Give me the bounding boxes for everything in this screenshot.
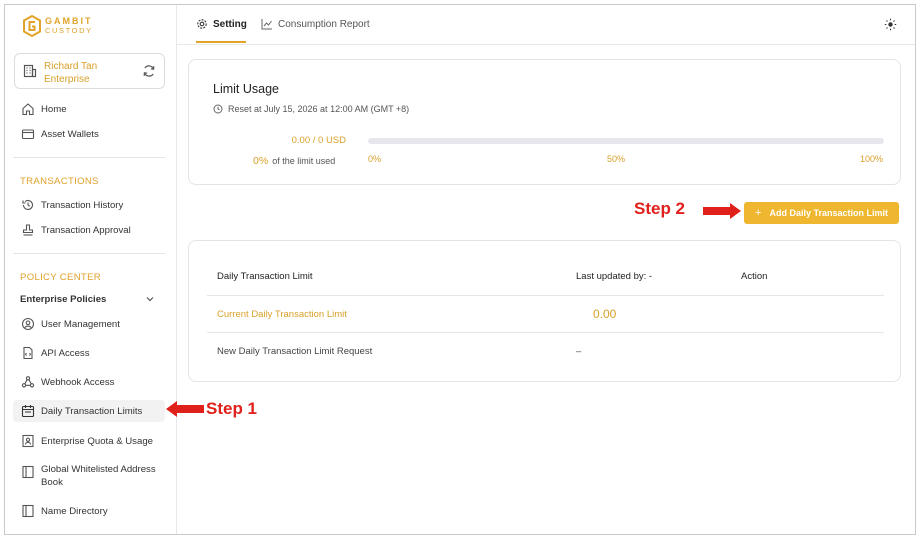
used-amount: 0.00 / 0 USD xyxy=(291,135,346,146)
address-book-icon xyxy=(21,465,35,479)
sidebar-item-label: Global Whitelisted Address xyxy=(41,464,156,475)
gambit-logo-icon xyxy=(23,15,41,37)
section-transactions: TRANSACTIONS xyxy=(20,176,99,187)
new-limit-request-value: – xyxy=(576,346,582,357)
sidebar-item-transaction-history[interactable]: Transaction History xyxy=(13,194,165,216)
new-limit-request-label: New Daily Transaction Limit Request xyxy=(217,346,373,357)
add-daily-transaction-limit-button[interactable]: + Add Daily Transaction Limit xyxy=(744,202,899,224)
header-divider xyxy=(207,295,884,296)
sidebar-item-name-directory[interactable]: Name Directory xyxy=(13,500,165,522)
api-file-icon xyxy=(21,346,35,360)
percent-suffix: of the limit used xyxy=(272,156,336,166)
reset-info: Reset at July 15, 2026 at 12:00 AM (GMT … xyxy=(213,104,409,114)
sidebar-item-label: Asset Wallets xyxy=(41,128,99,140)
usage-percent: 0% of the limit used xyxy=(253,155,335,167)
active-tab-indicator xyxy=(196,41,246,43)
sidebar-item-user-management[interactable]: User Management xyxy=(13,313,165,335)
account-name: Richard Tan xyxy=(44,61,98,72)
history-icon xyxy=(21,198,35,212)
calendar-icon xyxy=(21,404,35,418)
tab-label: Consumption Report xyxy=(278,18,370,30)
home-icon xyxy=(21,102,35,116)
user-circle-icon xyxy=(21,317,35,331)
row-divider xyxy=(207,332,884,333)
chevron-down-icon xyxy=(146,297,154,302)
switch-account-icon[interactable] xyxy=(142,64,156,78)
add-button-label: Add Daily Transaction Limit xyxy=(769,208,888,218)
building-icon xyxy=(23,64,37,78)
column-header-action: Action xyxy=(741,271,768,282)
sidebar-divider xyxy=(13,253,165,254)
main-content: Setting Consumption Report Limit Usage R… xyxy=(177,5,915,534)
group-enterprise-policies[interactable]: Enterprise Policies xyxy=(20,294,156,305)
sidebar-item-webhook-access[interactable]: Webhook Access xyxy=(13,371,165,393)
clock-icon xyxy=(213,104,223,114)
step1-label: Step 1 xyxy=(206,399,258,418)
step1-arrow xyxy=(166,401,204,417)
theme-toggle-sun-icon[interactable] xyxy=(884,18,897,31)
sidebar-item-label: Transaction Approval xyxy=(41,224,131,236)
sidebar-item-label: Home xyxy=(41,103,67,115)
brand-logo[interactable]: GAMBIT CUSTODY xyxy=(23,15,93,37)
column-header-last-updated: Last updated by: - xyxy=(576,271,653,282)
brand-name-bottom: CUSTODY xyxy=(45,26,93,35)
directory-icon xyxy=(21,504,35,518)
progress-tick-0: 0% xyxy=(368,154,382,164)
sidebar-item-label: Webhook Access xyxy=(41,376,115,388)
tab-setting[interactable]: Setting xyxy=(196,18,247,30)
current-limit-value: 0.00 xyxy=(593,307,617,321)
wallet-icon xyxy=(21,127,35,141)
progress-tick-50: 50% xyxy=(607,154,626,164)
usage-progress-bar xyxy=(368,138,884,144)
webhook-icon xyxy=(21,375,35,389)
step2-arrow xyxy=(703,203,741,219)
sidebar-item-label: Enterprise Quota & Usage xyxy=(41,435,153,447)
line-chart-icon xyxy=(261,18,273,30)
sidebar-item-global-whitelisted-address-book[interactable]: Global Whitelisted Address Book xyxy=(13,463,165,493)
sidebar-item-label: Daily Transaction Limits xyxy=(41,405,143,417)
tab-consumption-report[interactable]: Consumption Report xyxy=(261,18,370,30)
tab-label: Setting xyxy=(213,18,247,30)
sidebar-item-label: API Access xyxy=(41,347,90,359)
stamp-icon xyxy=(21,223,35,237)
plus-icon: + xyxy=(755,207,762,219)
account-switcher[interactable]: Richard Tan Enterprise xyxy=(14,53,165,89)
step2-label: Step 2 xyxy=(634,199,686,218)
limit-table-card: Daily Transaction Limit Last updated by:… xyxy=(188,240,901,382)
sidebar: GAMBIT CUSTODY Richard Tan Enterprise Ho… xyxy=(5,5,177,534)
current-limit-link[interactable]: Current Daily Transaction Limit xyxy=(217,309,347,320)
sidebar-item-label-line2: Book xyxy=(41,477,63,488)
section-policy-center: POLICY CENTER xyxy=(20,272,102,283)
progress-tick-100: 100% xyxy=(860,154,884,164)
app-window: GAMBIT CUSTODY Richard Tan Enterprise Ho… xyxy=(4,4,916,535)
gear-icon xyxy=(196,18,208,30)
tab-bar: Setting Consumption Report xyxy=(177,5,915,45)
sidebar-divider xyxy=(13,157,165,158)
percent-value: 0% xyxy=(253,155,269,167)
sidebar-item-api-access[interactable]: API Access xyxy=(13,342,165,364)
account-type: Enterprise xyxy=(44,74,90,85)
sidebar-item-asset-wallets[interactable]: Asset Wallets xyxy=(13,123,165,145)
reset-text: Reset at July 15, 2026 at 12:00 AM (GMT … xyxy=(228,104,410,114)
column-header-limit: Daily Transaction Limit xyxy=(217,271,313,282)
group-label: Enterprise Policies xyxy=(20,294,107,305)
sidebar-item-home[interactable]: Home xyxy=(13,98,165,120)
brand-name-top: GAMBIT xyxy=(45,16,93,26)
limit-usage-card: Limit Usage Reset at July 15, 2026 at 12… xyxy=(188,59,901,185)
sidebar-item-transaction-approval[interactable]: Transaction Approval xyxy=(13,219,165,241)
sidebar-item-label: User Management xyxy=(41,318,120,330)
limit-usage-title: Limit Usage xyxy=(213,82,279,96)
sidebar-item-label: Transaction History xyxy=(41,199,124,211)
sidebar-item-label: Name Directory xyxy=(41,505,108,517)
sidebar-item-daily-transaction-limits[interactable]: Daily Transaction Limits xyxy=(13,400,165,422)
sidebar-item-enterprise-quota[interactable]: Enterprise Quota & Usage xyxy=(13,430,165,452)
quota-icon xyxy=(21,434,35,448)
